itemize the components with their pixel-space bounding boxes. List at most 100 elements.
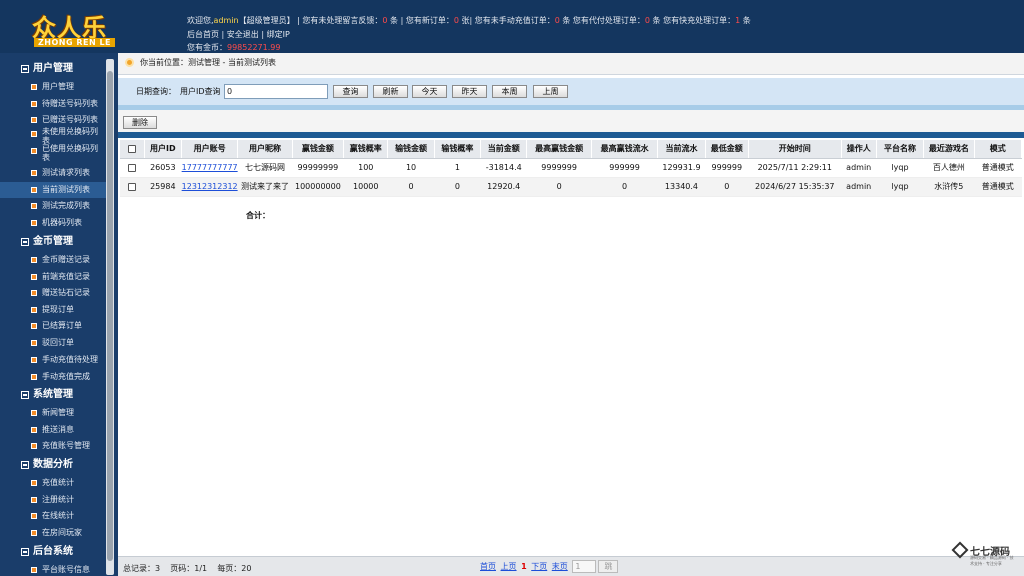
- sidebar-scrollbar[interactable]: [106, 59, 114, 575]
- scrollbar-thumb[interactable]: [107, 71, 113, 561]
- sidebar-item[interactable]: 测试请求列表: [0, 165, 106, 181]
- header-segment: 张| 您有未手动充值订单：: [458, 16, 555, 25]
- next-page-link[interactable]: 下页: [531, 562, 547, 571]
- sidebar-item[interactable]: 推送消息: [0, 422, 106, 438]
- row-checkbox[interactable]: [128, 163, 137, 172]
- sidebar-item[interactable]: 平台账号信息: [0, 562, 106, 576]
- sidebar-item[interactable]: 机器码列表: [0, 215, 106, 231]
- first-page-link[interactable]: 首页: [480, 562, 496, 571]
- column-header[interactable]: 模式: [974, 140, 1023, 159]
- sidebar-item[interactable]: 充值账号管理: [0, 438, 106, 454]
- sidebar-item[interactable]: 在线统计: [0, 508, 106, 524]
- table-cell: 普通模式: [974, 158, 1022, 178]
- sidebar-item-label: 测试完成列表: [42, 201, 90, 210]
- refresh-button[interactable]: 刷新: [373, 85, 408, 98]
- total-records: 总记录：3: [123, 564, 161, 573]
- location-icon: [125, 58, 134, 67]
- table-cell: 100: [343, 158, 388, 178]
- sidebar-item[interactable]: 驳回订单: [0, 335, 106, 351]
- sidebar-item[interactable]: 用户管理: [0, 79, 106, 95]
- table-cell: 99999999: [292, 158, 344, 178]
- column-header[interactable]: 用户ID: [144, 140, 182, 159]
- column-header[interactable]: 用户账号: [181, 140, 239, 159]
- column-header[interactable]: 赢钱金额: [292, 140, 345, 159]
- collapse-icon[interactable]: [21, 548, 29, 556]
- collapse-icon[interactable]: [21, 65, 29, 73]
- sidebar-group-header[interactable]: 后台系统: [0, 544, 106, 560]
- column-header[interactable]: 开始时间: [748, 140, 842, 159]
- sidebar-item[interactable]: 手动充值待处理: [0, 352, 106, 368]
- divider: |: [261, 30, 265, 39]
- table-row[interactable]: 26053 17777777777 七七源码网 99999999 100 10 1 -3181…: [120, 158, 1022, 178]
- column-header[interactable]: 平台名称: [876, 140, 925, 159]
- table-cell: 1: [434, 158, 481, 178]
- sidebar-item[interactable]: 前端充值记录: [0, 269, 106, 285]
- action-bar: 删除: [118, 110, 1024, 134]
- sidebar-item[interactable]: 当前测试列表: [0, 182, 106, 198]
- sidebar-item-label: 用户管理: [42, 82, 74, 91]
- query-button[interactable]: 查询: [333, 85, 368, 98]
- row-checkbox[interactable]: [128, 182, 137, 191]
- test-list-table: 用户ID 用户账号 用户昵称 赢钱金额 赢钱概率 输钱金额 输钱概率 当前金额 最高赢钱金额 最高…: [120, 140, 1023, 197]
- column-header[interactable]: 最近游戏名: [923, 140, 975, 159]
- table-cell: 9999999: [526, 158, 592, 178]
- column-header[interactable]: 当前流水: [657, 140, 706, 159]
- sidebar-item-label: 充值统计: [42, 478, 74, 487]
- collapse-icon[interactable]: [21, 391, 29, 399]
- table-cell: 2024/6/27 15:35:37: [748, 177, 842, 197]
- last-page-link[interactable]: 末页: [552, 562, 568, 571]
- page-jump-button[interactable]: 跳: [598, 560, 619, 573]
- home-link[interactable]: 后台首页: [187, 29, 219, 40]
- column-header[interactable]: 当前金额: [480, 140, 528, 159]
- today-button[interactable]: 今天: [412, 85, 447, 98]
- sidebar-group-header[interactable]: 数据分析: [0, 457, 106, 473]
- sidebar-item[interactable]: 在房间玩家: [0, 525, 106, 541]
- sidebar-item[interactable]: 金币赠送记录: [0, 252, 106, 268]
- sidebar-item-label: 在房间玩家: [42, 528, 82, 537]
- account-link[interactable]: 17777777777: [182, 163, 238, 172]
- sidebar-item[interactable]: 充值统计: [0, 475, 106, 491]
- last-week-button[interactable]: 上周: [533, 85, 568, 98]
- sidebar-item[interactable]: 已结算订单: [0, 318, 106, 334]
- column-header[interactable]: 用户昵称: [237, 140, 293, 159]
- logout-link[interactable]: 安全退出: [227, 29, 259, 40]
- column-header[interactable]: 最高赢钱流水: [591, 140, 659, 159]
- sidebar-item[interactable]: 已使用兑换码列表: [0, 143, 106, 162]
- table-row[interactable]: 25984 12312312312 测试来了来了 100000000 10000 0 0 12…: [120, 177, 1022, 197]
- column-header[interactable]: 最低金额: [705, 140, 749, 159]
- page-jump-input[interactable]: 1: [572, 560, 597, 573]
- sidebar-item[interactable]: 注册统计: [0, 492, 106, 508]
- table-cell: 25984: [144, 177, 182, 197]
- select-all-checkbox[interactable]: [127, 144, 136, 153]
- sidebar-item[interactable]: 新闻管理: [0, 405, 106, 421]
- sidebar-item[interactable]: 测试完成列表: [0, 198, 106, 214]
- sidebar-group-header[interactable]: 用户管理: [0, 61, 106, 77]
- column-header[interactable]: 输钱金额: [387, 140, 435, 159]
- column-header[interactable]: 赢钱概率: [343, 140, 389, 159]
- sidebar-item[interactable]: 待赠送号码列表: [0, 96, 106, 112]
- bullet-icon: [31, 443, 37, 449]
- bind-ip-link[interactable]: 绑定IP: [267, 29, 290, 40]
- prev-page-link[interactable]: 上页: [501, 562, 517, 571]
- breadcrumb: 你当前位置：测试管理 - 当前测试列表: [118, 53, 1024, 75]
- sidebar-item-label: 手动充值待处理: [42, 355, 98, 364]
- sidebar-item[interactable]: 提现订单: [0, 302, 106, 318]
- yesterday-button[interactable]: 昨天: [452, 85, 487, 98]
- bullet-icon: [31, 117, 37, 123]
- account-link[interactable]: 12312312312: [182, 182, 238, 191]
- this-week-button[interactable]: 本周: [492, 85, 527, 98]
- column-header[interactable]: 最高赢钱金额: [526, 140, 592, 159]
- column-header[interactable]: 输钱概率: [434, 140, 482, 159]
- per-page: 每页：20: [217, 564, 252, 573]
- sidebar-group-header[interactable]: 系统管理: [0, 387, 106, 403]
- sidebar-item[interactable]: 未使用兑换码列表: [0, 126, 106, 145]
- delete-button[interactable]: 删除: [123, 116, 157, 129]
- bullet-icon: [31, 497, 37, 503]
- sidebar-item[interactable]: 手动充值完成: [0, 369, 106, 385]
- uid-input[interactable]: 0: [224, 84, 328, 99]
- collapse-icon[interactable]: [21, 238, 29, 246]
- sidebar-group-header[interactable]: 金币管理: [0, 234, 106, 250]
- sidebar-item[interactable]: 赠送钻石记录: [0, 285, 106, 301]
- collapse-icon[interactable]: [21, 461, 29, 469]
- column-header[interactable]: 操作人: [841, 140, 877, 159]
